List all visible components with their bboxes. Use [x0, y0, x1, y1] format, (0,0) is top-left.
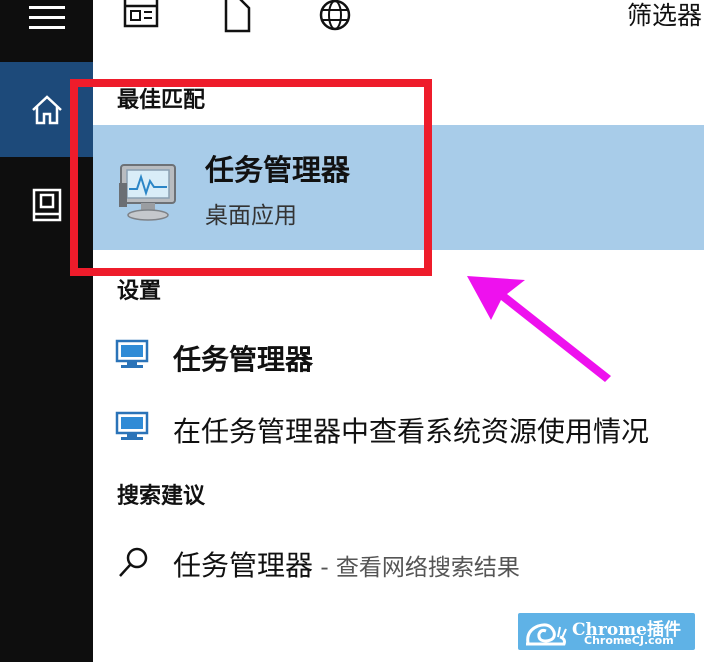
suggestion-label: 任务管理器	[173, 549, 314, 582]
home-icon	[31, 94, 62, 124]
hamburger-menu-button[interactable]	[0, 0, 93, 38]
annotation-arrow	[467, 276, 611, 382]
settings-result-view-resources[interactable]: 在任务管理器中查看系统资源使用情况	[93, 398, 704, 458]
hamburger-menu-icon	[28, 6, 65, 29]
web-globe-icon	[319, 0, 351, 31]
document-icon	[224, 0, 251, 33]
watermark-url: ChromeCJ.com	[584, 634, 674, 647]
suggestion-text: 任务管理器 - 查看网络搜索结果	[173, 544, 520, 584]
filters-button[interactable]: 筛选器	[627, 0, 702, 32]
settings-header: 设置	[117, 279, 162, 304]
settings-result-label: 在任务管理器中查看系统资源使用情况	[173, 415, 650, 448]
snail-logo-icon	[526, 623, 567, 646]
search-suggestions-header: 搜索建议	[117, 484, 206, 509]
documents-filter-button[interactable]	[221, 0, 253, 38]
apps-icon	[123, 0, 159, 28]
apps-filter-button[interactable]	[123, 0, 159, 34]
suggestion-suffix: - 查看网络搜索结果	[313, 555, 520, 581]
monitor-settings-icon	[115, 411, 149, 440]
web-search-suggestion[interactable]: 任务管理器 - 查看网络搜索结果	[93, 532, 704, 592]
watermark: Chrome插件 ChromeCJ.com	[518, 613, 695, 650]
search-icon	[119, 547, 148, 577]
settings-result-label: 任务管理器	[173, 343, 314, 376]
annotation-highlight-box	[70, 79, 432, 276]
web-filter-button[interactable]	[318, 0, 352, 36]
documents-icon	[32, 188, 61, 222]
monitor-settings-icon	[115, 339, 149, 368]
